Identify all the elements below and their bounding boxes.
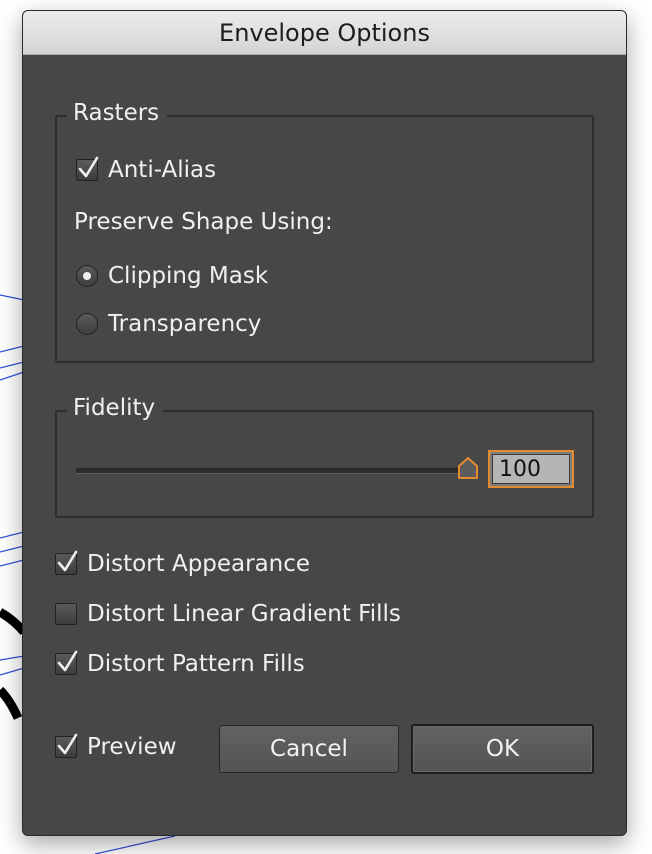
transparency-label: Transparency xyxy=(108,311,262,337)
distort-gradient-checkbox-row[interactable]: Distort Linear Gradient Fills xyxy=(55,599,401,629)
anti-alias-label: Anti-Alias xyxy=(108,157,217,183)
artwork-shape xyxy=(0,686,23,720)
rasters-group: Rasters Anti-Alias Preserve Shape Using:… xyxy=(55,98,594,363)
envelope-options-dialog: Envelope Options Rasters Anti-Alias Pres… xyxy=(22,10,627,836)
preview-checkbox-row[interactable]: Preview xyxy=(55,732,177,762)
anti-alias-checkbox-row[interactable]: Anti-Alias xyxy=(76,155,216,185)
preview-label: Preview xyxy=(87,734,177,760)
transparency-radio[interactable] xyxy=(76,313,98,335)
checkmark-icon xyxy=(57,650,78,672)
distort-appearance-checkbox[interactable] xyxy=(55,550,78,575)
preview-checkbox[interactable] xyxy=(55,733,78,758)
dialog-title[interactable]: Envelope Options xyxy=(23,11,626,55)
distort-appearance-checkbox-row[interactable]: Distort Appearance xyxy=(55,549,310,579)
clipping-mask-radio-row[interactable]: Clipping Mask xyxy=(76,261,268,291)
ok-button[interactable]: OK xyxy=(411,724,594,774)
rasters-group-label: Rasters xyxy=(67,98,168,128)
fidelity-group-label: Fidelity xyxy=(67,393,164,423)
distort-gradient-checkbox[interactable] xyxy=(55,603,77,625)
slider-thumb-icon[interactable] xyxy=(457,456,479,480)
fidelity-value-input[interactable] xyxy=(492,454,570,484)
checkmark-icon xyxy=(78,156,99,178)
artwork-shape xyxy=(0,608,28,635)
radio-selected-dot xyxy=(83,272,91,280)
distort-pattern-label: Distort Pattern Fills xyxy=(87,651,305,677)
distort-gradient-label: Distort Linear Gradient Fills xyxy=(87,601,401,627)
fidelity-group: Fidelity xyxy=(55,393,594,518)
fidelity-value-field[interactable] xyxy=(488,450,574,488)
checkmark-icon xyxy=(57,733,78,755)
distort-appearance-label: Distort Appearance xyxy=(87,551,311,577)
transparency-radio-row[interactable]: Transparency xyxy=(76,309,261,339)
distort-pattern-checkbox[interactable] xyxy=(55,650,78,675)
anti-alias-checkbox[interactable] xyxy=(76,156,99,181)
distort-pattern-checkbox-row[interactable]: Distort Pattern Fills xyxy=(55,649,305,679)
cancel-button[interactable]: Cancel xyxy=(219,725,399,773)
clipping-mask-radio[interactable] xyxy=(76,265,98,287)
clipping-mask-label: Clipping Mask xyxy=(108,263,269,289)
fidelity-slider-track[interactable] xyxy=(76,468,468,474)
preserve-shape-label: Preserve Shape Using: xyxy=(74,209,333,235)
checkmark-icon xyxy=(57,550,78,572)
